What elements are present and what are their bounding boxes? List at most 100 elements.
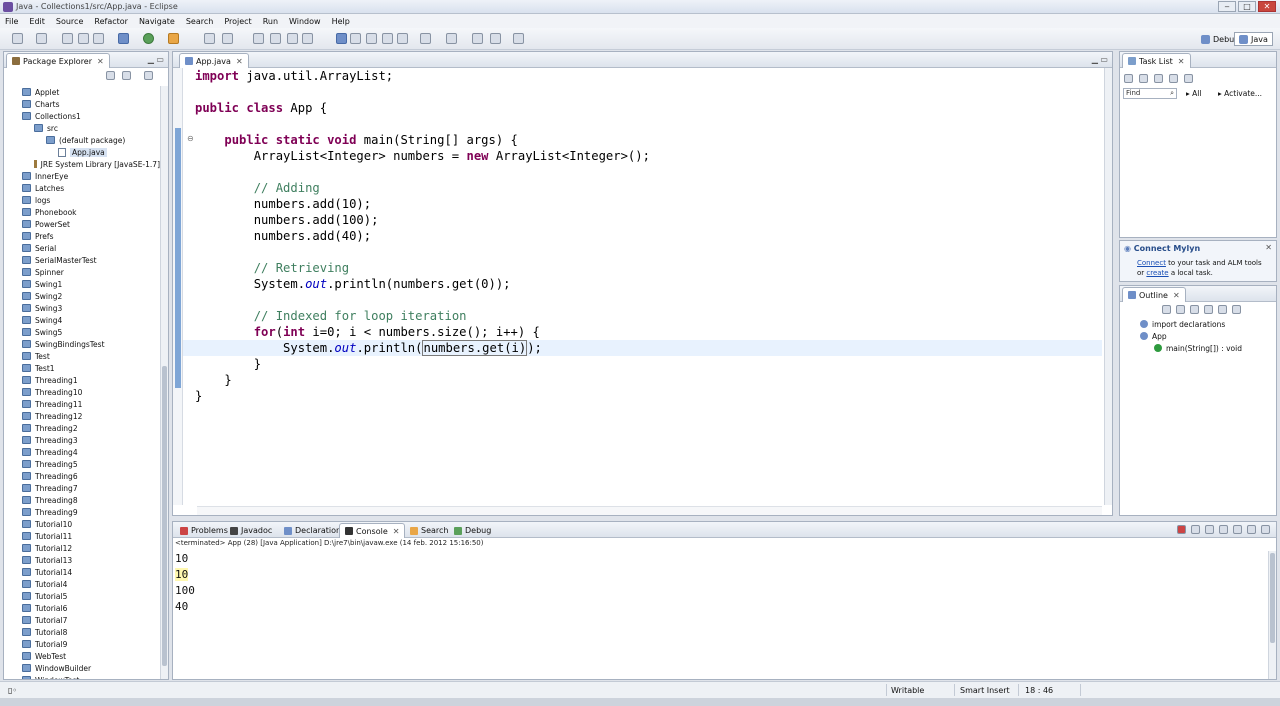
display-console-icon[interactable] — [1247, 525, 1256, 534]
tree-item[interactable]: Tutorial11 — [4, 530, 160, 542]
menu-window[interactable]: Window — [289, 17, 321, 26]
tab-task-list[interactable]: Task List ✕ — [1122, 53, 1191, 68]
show-source-icon[interactable] — [397, 33, 408, 44]
open-console-icon[interactable] — [1261, 525, 1270, 534]
close-icon[interactable]: ✕ — [393, 527, 400, 536]
tree-item[interactable]: Tutorial9 — [4, 638, 160, 650]
tree-item[interactable]: Prefs — [4, 230, 160, 242]
tree-item[interactable]: Threading7 — [4, 482, 160, 494]
back-icon[interactable] — [472, 33, 483, 44]
minimize-view-icon[interactable]: ▁ ▭ — [148, 55, 164, 64]
save-all-icon[interactable] — [78, 33, 89, 44]
tree-item[interactable]: Swing3 — [4, 302, 160, 314]
tree-item[interactable]: Threading11 — [4, 398, 160, 410]
tree-item[interactable]: Test — [4, 350, 160, 362]
maximize-button[interactable]: □ — [1238, 1, 1256, 12]
find-input[interactable]: Find ⌕ — [1123, 88, 1177, 99]
remove-launch-icon[interactable] — [1191, 525, 1200, 534]
menu-edit[interactable]: Edit — [29, 17, 45, 26]
tree-item[interactable]: Swing1 — [4, 278, 160, 290]
collapse-all-icon[interactable] — [1184, 74, 1193, 83]
prev-annotation-icon[interactable] — [446, 33, 457, 44]
tab-outline[interactable]: Outline ✕ — [1122, 287, 1186, 302]
maximize-editor-icon[interactable]: ▁ ▭ — [1092, 55, 1108, 64]
tree-item[interactable]: Threading3 — [4, 434, 160, 446]
package-explorer-scrollbar[interactable] — [160, 86, 168, 679]
tree-item[interactable]: SerialMasterTest — [4, 254, 160, 266]
menu-search[interactable]: Search — [186, 17, 213, 26]
link-with-editor-icon[interactable] — [122, 71, 131, 80]
tree-item[interactable]: Tutorial14 — [4, 566, 160, 578]
console-output[interactable]: 10 10 100 40 — [175, 551, 195, 615]
close-icon[interactable]: ✕ — [97, 57, 104, 66]
tree-item[interactable]: Threading2 — [4, 422, 160, 434]
tree-item[interactable]: SwingBindingsTest — [4, 338, 160, 350]
tree-item[interactable]: Swing5 — [4, 326, 160, 338]
tree-item[interactable]: WindowBuilder — [4, 662, 160, 674]
toggle-mark-icon[interactable] — [302, 33, 313, 44]
annotation-icon[interactable] — [336, 33, 347, 44]
tree-item[interactable]: Latches — [4, 182, 160, 194]
fold-toggle-icon[interactable]: ⊖ — [187, 134, 194, 143]
close-icon[interactable]: ✕ — [1265, 243, 1272, 252]
last-edit-icon[interactable] — [513, 33, 524, 44]
categorize-icon[interactable] — [1154, 74, 1163, 83]
outline-item[interactable]: main(String[]) : void — [1140, 342, 1242, 354]
scroll-lock-icon[interactable] — [1219, 525, 1228, 534]
editor-hscrollbar[interactable] — [197, 506, 1102, 515]
menu-file[interactable]: File — [5, 17, 18, 26]
tree-item[interactable]: Threading8 — [4, 494, 160, 506]
collapse-all-icon[interactable] — [106, 71, 115, 80]
tree-item[interactable]: (default package) — [4, 134, 160, 146]
view-menu-icon[interactable] — [1232, 305, 1241, 314]
close-icon[interactable]: ✕ — [1178, 57, 1185, 66]
menu-project[interactable]: Project — [224, 17, 251, 26]
outline-item[interactable]: App — [1140, 330, 1242, 342]
tree-item[interactable]: JRE System Library [JavaSE-1.7] — [4, 158, 160, 170]
tree-item[interactable]: Threading6 — [4, 470, 160, 482]
tree-item[interactable]: Tutorial4 — [4, 578, 160, 590]
tree-item[interactable]: Tutorial6 — [4, 602, 160, 614]
tab-app-java[interactable]: App.java ✕ — [179, 53, 249, 68]
tree-item[interactable]: Phonebook — [4, 206, 160, 218]
create-link[interactable]: create — [1146, 269, 1168, 277]
source-code[interactable]: import java.util.ArrayList; public class… — [195, 68, 650, 404]
new-java-project-icon[interactable] — [204, 33, 215, 44]
minimize-button[interactable]: ‒ — [1218, 1, 1236, 12]
save-icon[interactable] — [62, 33, 73, 44]
synchronize-icon[interactable] — [1139, 74, 1148, 83]
pin-console-icon[interactable] — [1233, 525, 1242, 534]
next-annotation-icon[interactable] — [420, 33, 431, 44]
menu-source[interactable]: Source — [56, 17, 83, 26]
tree-item[interactable]: Charts — [4, 98, 160, 110]
view-menu-icon[interactable] — [144, 71, 153, 80]
search-icon[interactable] — [287, 33, 298, 44]
tree-item[interactable]: InnerEye — [4, 170, 160, 182]
tree-item[interactable]: PowerSet — [4, 218, 160, 230]
clear-console-icon[interactable] — [1205, 525, 1214, 534]
tree-item[interactable]: Collections1 — [4, 110, 160, 122]
external-tools-icon[interactable] — [168, 33, 179, 44]
outline-item[interactable]: import declarations — [1140, 318, 1242, 330]
tree-item[interactable]: Threading12 — [4, 410, 160, 422]
menu-help[interactable]: Help — [332, 17, 350, 26]
tree-item[interactable]: WindowTest — [4, 674, 160, 679]
console-scrollbar[interactable] — [1268, 551, 1276, 679]
tree-item[interactable]: Threading5 — [4, 458, 160, 470]
tree-item[interactable]: Threading9 — [4, 506, 160, 518]
tab-javadoc[interactable]: Javadoc — [225, 523, 277, 538]
open-type-icon[interactable] — [270, 33, 281, 44]
run-icon[interactable] — [143, 33, 154, 44]
forward-icon[interactable] — [490, 33, 501, 44]
tree-item[interactable]: App.java — [4, 146, 160, 158]
close-icon[interactable]: ✕ — [1173, 291, 1180, 300]
editor-text-area[interactable]: ⊖ import java.util.ArrayList; public cla… — [173, 68, 1112, 515]
menu-navigate[interactable]: Navigate — [139, 17, 175, 26]
tree-item[interactable]: Tutorial12 — [4, 542, 160, 554]
toggle-breadcrumb-icon[interactable] — [350, 33, 361, 44]
block-selection-icon[interactable] — [382, 33, 393, 44]
activate-task[interactable]: ▸ Activate... — [1218, 89, 1262, 98]
toggle-whitespace-icon[interactable] — [366, 33, 377, 44]
open-icon[interactable] — [36, 33, 47, 44]
tab-declaration[interactable]: Declaration — [279, 523, 346, 538]
